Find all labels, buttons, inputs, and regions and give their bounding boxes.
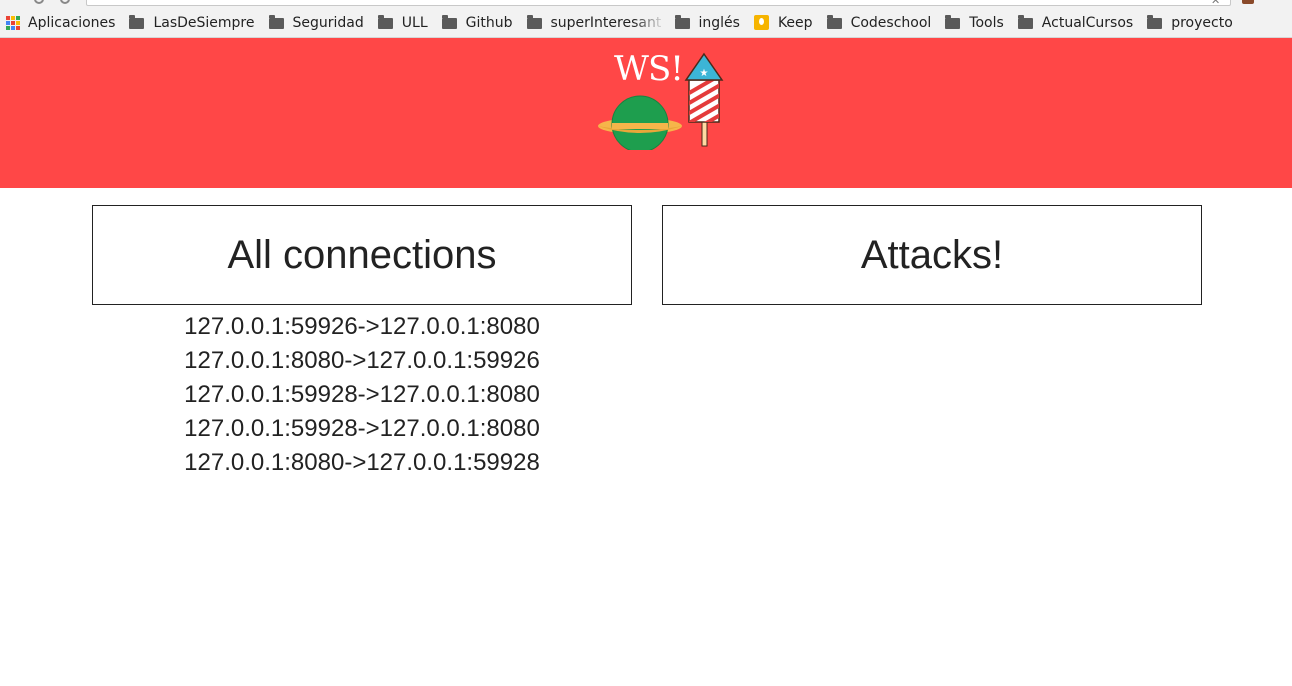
bookmark-codeschool[interactable]: Codeschool <box>826 14 932 31</box>
bookmark-label: LasDeSiempre <box>153 14 255 31</box>
bookmark-proyecto[interactable]: proyecto <box>1147 15 1233 31</box>
panel-title: All connections <box>227 232 497 277</box>
bookmark-lasdesiempre[interactable]: LasDeSiempre <box>129 14 255 31</box>
list-item: 127.0.0.1:8080->127.0.0.1:59926 <box>184 347 540 374</box>
bookmark-tools[interactable]: Tools <box>945 15 1004 31</box>
folder-icon <box>441 15 457 29</box>
list-item: 127.0.0.1:59928->127.0.0.1:8080 <box>184 381 540 408</box>
bookmark-label: Aplicaciones <box>28 14 116 31</box>
rocket-icon: ★ <box>684 52 724 147</box>
connections-list: 127.0.0.1:59926->127.0.0.1:8080 127.0.0.… <box>92 310 632 480</box>
reload-button[interactable] <box>60 0 70 4</box>
list-item: 127.0.0.1:59926->127.0.0.1:8080 <box>184 313 540 340</box>
bookmark-superinteresante[interactable]: superInteresante <box>526 14 661 31</box>
apps-grid-icon <box>6 15 20 30</box>
bookmark-label: Seguridad <box>292 14 364 31</box>
bookmark-ull[interactable]: ULL <box>377 14 428 31</box>
folder-icon <box>674 15 690 29</box>
address-bar[interactable] <box>86 0 1231 6</box>
bookmark-ingles[interactable]: inglés <box>674 14 740 31</box>
bookmark-label: ULL <box>401 14 428 31</box>
forward-button[interactable] <box>34 0 44 4</box>
panel-title: Attacks! <box>860 232 1004 277</box>
folder-icon <box>826 15 842 29</box>
bookmark-seguridad[interactable]: Seguridad <box>268 14 364 31</box>
bookmark-label: Github <box>465 14 513 31</box>
bookmark-label: ActualCursos <box>1041 14 1134 31</box>
bookmark-label: superInteresante <box>550 14 661 31</box>
list-item: 127.0.0.1:59928->127.0.0.1:8080 <box>184 415 540 442</box>
folder-icon <box>377 15 393 29</box>
page-header: WS! ★ <box>0 38 1292 188</box>
planet-icon <box>598 95 682 150</box>
bookmark-keep[interactable]: Keep <box>753 14 813 31</box>
bookmark-label: Codeschool <box>850 14 932 31</box>
browser-toolbar: ✕ <box>0 0 1292 8</box>
bookmark-actualcursos[interactable]: ActualCursos <box>1017 14 1134 31</box>
clear-url-icon[interactable]: ✕ <box>1211 0 1220 7</box>
bookmark-label: Keep <box>777 14 813 31</box>
folder-icon <box>129 15 145 29</box>
bookmark-label: Tools <box>969 14 1004 31</box>
bookmark-label: proyecto <box>1171 14 1233 31</box>
all-connections-panel[interactable]: All connections <box>92 205 632 305</box>
bookmark-label: inglés <box>698 14 740 31</box>
logo: WS! ★ <box>596 50 726 150</box>
folder-icon <box>945 15 961 29</box>
svg-text:★: ★ <box>700 68 709 79</box>
folder-icon <box>1147 15 1163 29</box>
bookmark-github[interactable]: Github <box>441 14 513 31</box>
folder-icon <box>268 15 284 29</box>
extension-icon[interactable] <box>1242 0 1254 4</box>
bookmarks-bar: Aplicaciones LasDeSiempre Seguridad ULL … <box>0 8 1292 38</box>
keep-icon <box>753 15 769 30</box>
list-item: 127.0.0.1:8080->127.0.0.1:59928 <box>184 449 540 476</box>
bookmark-aplicaciones[interactable]: Aplicaciones <box>6 15 115 31</box>
attacks-panel[interactable]: Attacks! <box>662 205 1202 305</box>
folder-icon <box>1017 15 1033 29</box>
folder-icon <box>526 15 542 29</box>
